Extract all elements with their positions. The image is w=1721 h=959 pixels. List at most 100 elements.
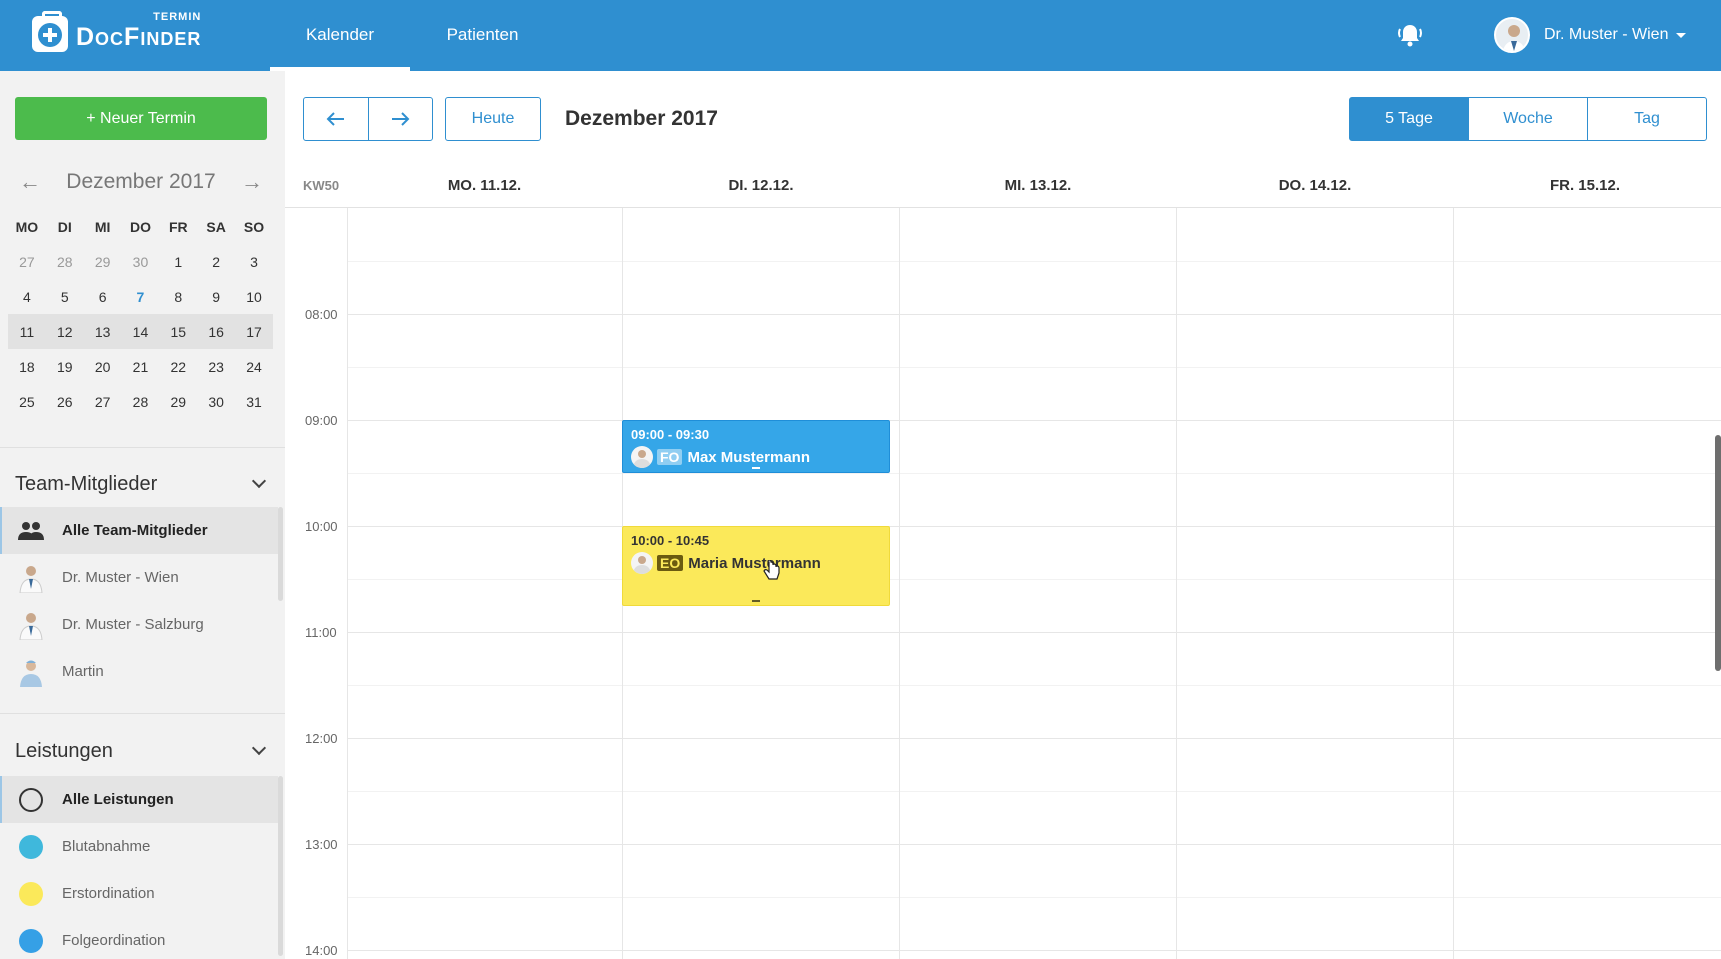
mini-calendar-day[interactable]: 2 <box>197 254 235 270</box>
mini-calendar-week: 25 26 27 28 29 30 31 <box>8 384 273 419</box>
patient-name: Maria Mustermann <box>688 554 821 572</box>
prev-period-button[interactable] <box>304 98 368 140</box>
time-label: 09:00 <box>305 413 338 428</box>
service-item-erstordination[interactable]: Erstordination <box>0 870 278 917</box>
mini-calendar-day[interactable]: 30 <box>197 394 235 410</box>
team-item-dr-muster-wien[interactable]: Dr. Muster - Wien <box>0 554 278 601</box>
team-item-all[interactable]: Alle Team-Mitglieder <box>0 507 278 554</box>
mini-calendar-day[interactable]: 29 <box>159 394 197 410</box>
arrow-left-icon <box>326 112 344 126</box>
view-day-button[interactable]: Tag <box>1587 98 1706 140</box>
service-tag: EO <box>657 555 684 571</box>
mini-calendar-today[interactable]: 7 <box>122 289 160 305</box>
mini-calendar-day[interactable]: 3 <box>235 254 273 270</box>
service-item-blutabnahme[interactable]: Blutabnahme <box>0 823 278 870</box>
mini-calendar-day[interactable]: 15 <box>159 324 197 340</box>
mini-calendar-day[interactable]: 18 <box>8 359 46 375</box>
mini-calendar-day[interactable]: 21 <box>122 359 160 375</box>
mini-calendar-day[interactable]: 8 <box>159 289 197 305</box>
team-item-label: Martin <box>62 663 104 680</box>
team-list-scrollbar[interactable] <box>278 507 283 601</box>
weekday-label: SA <box>206 218 226 235</box>
resize-handle[interactable] <box>752 467 760 469</box>
team-item-label: Dr. Muster - Wien <box>62 569 179 586</box>
weekday-label: FR <box>168 218 188 235</box>
mini-calendar-day[interactable]: 22 <box>159 359 197 375</box>
tab-kalender[interactable]: Kalender <box>270 0 410 71</box>
patient-name: Max Mustermann <box>687 448 810 466</box>
doctor-avatar-icon <box>16 563 46 593</box>
mini-calendar-day[interactable]: 27 <box>8 254 46 270</box>
mini-calendar-day[interactable]: 5 <box>46 289 84 305</box>
mini-calendar-day[interactable]: 19 <box>46 359 84 375</box>
service-item-folgeordination[interactable]: Folgeordination <box>0 917 278 959</box>
color-dot-icon <box>19 881 43 906</box>
view-5-days-button[interactable]: 5 Tage <box>1350 98 1468 140</box>
docfinder-logo[interactable]: TERMIN DocFinder <box>32 11 202 54</box>
team-section-header[interactable]: Team-Mitglieder <box>15 469 270 499</box>
tab-patienten[interactable]: Patienten <box>425 0 540 71</box>
user-menu[interactable]: Dr. Muster - Wien <box>1494 17 1687 53</box>
time-grid[interactable]: 08:00 09:00 10:00 11:00 12:00 13:00 14:0… <box>285 208 1721 959</box>
mini-calendar-day[interactable]: 16 <box>197 324 235 340</box>
mini-calendar-day[interactable]: 20 <box>84 359 122 375</box>
weekday-label: DO <box>129 218 151 235</box>
mini-calendar-header: ← Dezember 2017 → <box>15 167 267 197</box>
weekday-label: DI <box>57 218 72 235</box>
services-list-scrollbar[interactable] <box>278 776 283 956</box>
day-header[interactable]: DI. 12.12. <box>623 171 899 201</box>
mini-calendar-day[interactable]: 27 <box>84 394 122 410</box>
day-header[interactable]: MI. 13.12. <box>900 171 1176 201</box>
mini-calendar-day[interactable]: 17 <box>235 324 273 340</box>
bell-icon[interactable] <box>1396 21 1424 49</box>
mini-calendar-month: Dezember 2017 <box>66 170 216 193</box>
mini-calendar-day[interactable]: 1 <box>159 254 197 270</box>
empty-circle-icon <box>19 787 43 812</box>
event-time: 09:00 - 09:30 <box>631 427 710 442</box>
appointment-event[interactable]: 09:00 - 09:30 FO Max Mustermann <box>622 420 890 473</box>
mini-calendar-day[interactable]: 31 <box>235 394 273 410</box>
patient-avatar-icon <box>631 552 653 574</box>
mini-calendar-day[interactable]: 28 <box>46 254 84 270</box>
mini-calendar-day[interactable]: 26 <box>46 394 84 410</box>
appointment-event[interactable]: 10:00 - 10:45 EO Maria Mustermann <box>622 526 890 606</box>
mini-calendar-day[interactable]: 14 <box>122 324 160 340</box>
view-week-button[interactable]: Woche <box>1468 98 1587 140</box>
mini-calendar-day[interactable]: 10 <box>235 289 273 305</box>
mini-calendar-day[interactable]: 30 <box>122 254 160 270</box>
day-header[interactable]: DO. 14.12. <box>1177 171 1453 201</box>
arrow-right-icon <box>392 112 410 126</box>
mini-calendar-day[interactable]: 12 <box>46 324 84 340</box>
weekday-label: MI <box>94 218 111 235</box>
resize-handle[interactable] <box>752 600 760 602</box>
new-appointment-button[interactable]: + Neuer Termin <box>15 97 267 140</box>
next-month-icon[interactable]: → <box>237 167 267 197</box>
time-label: 13:00 <box>305 837 338 852</box>
calendar-scrollbar[interactable] <box>1715 435 1721 671</box>
logo-wordmark: DocFinder <box>76 22 202 51</box>
prev-month-icon[interactable]: ← <box>15 167 45 197</box>
today-button[interactable]: Heute <box>445 97 541 141</box>
services-section-header[interactable]: Leistungen <box>15 736 270 766</box>
team-item-dr-muster-salzburg[interactable]: Dr. Muster - Salzburg <box>0 601 278 648</box>
mini-calendar-day[interactable]: 28 <box>122 394 160 410</box>
weekday-label: SO <box>243 218 265 235</box>
calendar-main: Heute Dezember 2017 5 Tage Woche Tag KW5… <box>285 71 1721 959</box>
sidebar: + Neuer Termin ← Dezember 2017 → MO DI M… <box>0 71 285 959</box>
team-item-martin[interactable]: Martin <box>0 648 278 695</box>
mini-calendar-day[interactable]: 29 <box>84 254 122 270</box>
mini-calendar-day[interactable]: 6 <box>84 289 122 305</box>
mini-calendar-day[interactable]: 9 <box>197 289 235 305</box>
next-period-button[interactable] <box>367 98 433 140</box>
time-label: 11:00 <box>305 625 337 640</box>
mini-calendar-day[interactable]: 11 <box>8 324 46 340</box>
mini-calendar-day[interactable]: 23 <box>197 359 235 375</box>
mini-calendar-day[interactable]: 25 <box>8 394 46 410</box>
day-header[interactable]: MO. 11.12. <box>347 171 622 201</box>
day-header[interactable]: FR. 15.12. <box>1454 171 1716 201</box>
mini-calendar-day[interactable]: 13 <box>84 324 122 340</box>
service-item-all[interactable]: Alle Leistungen <box>0 776 278 823</box>
mini-calendar-day[interactable]: 4 <box>8 289 46 305</box>
service-item-label: Erstordination <box>62 885 155 902</box>
mini-calendar-day[interactable]: 24 <box>235 359 273 375</box>
